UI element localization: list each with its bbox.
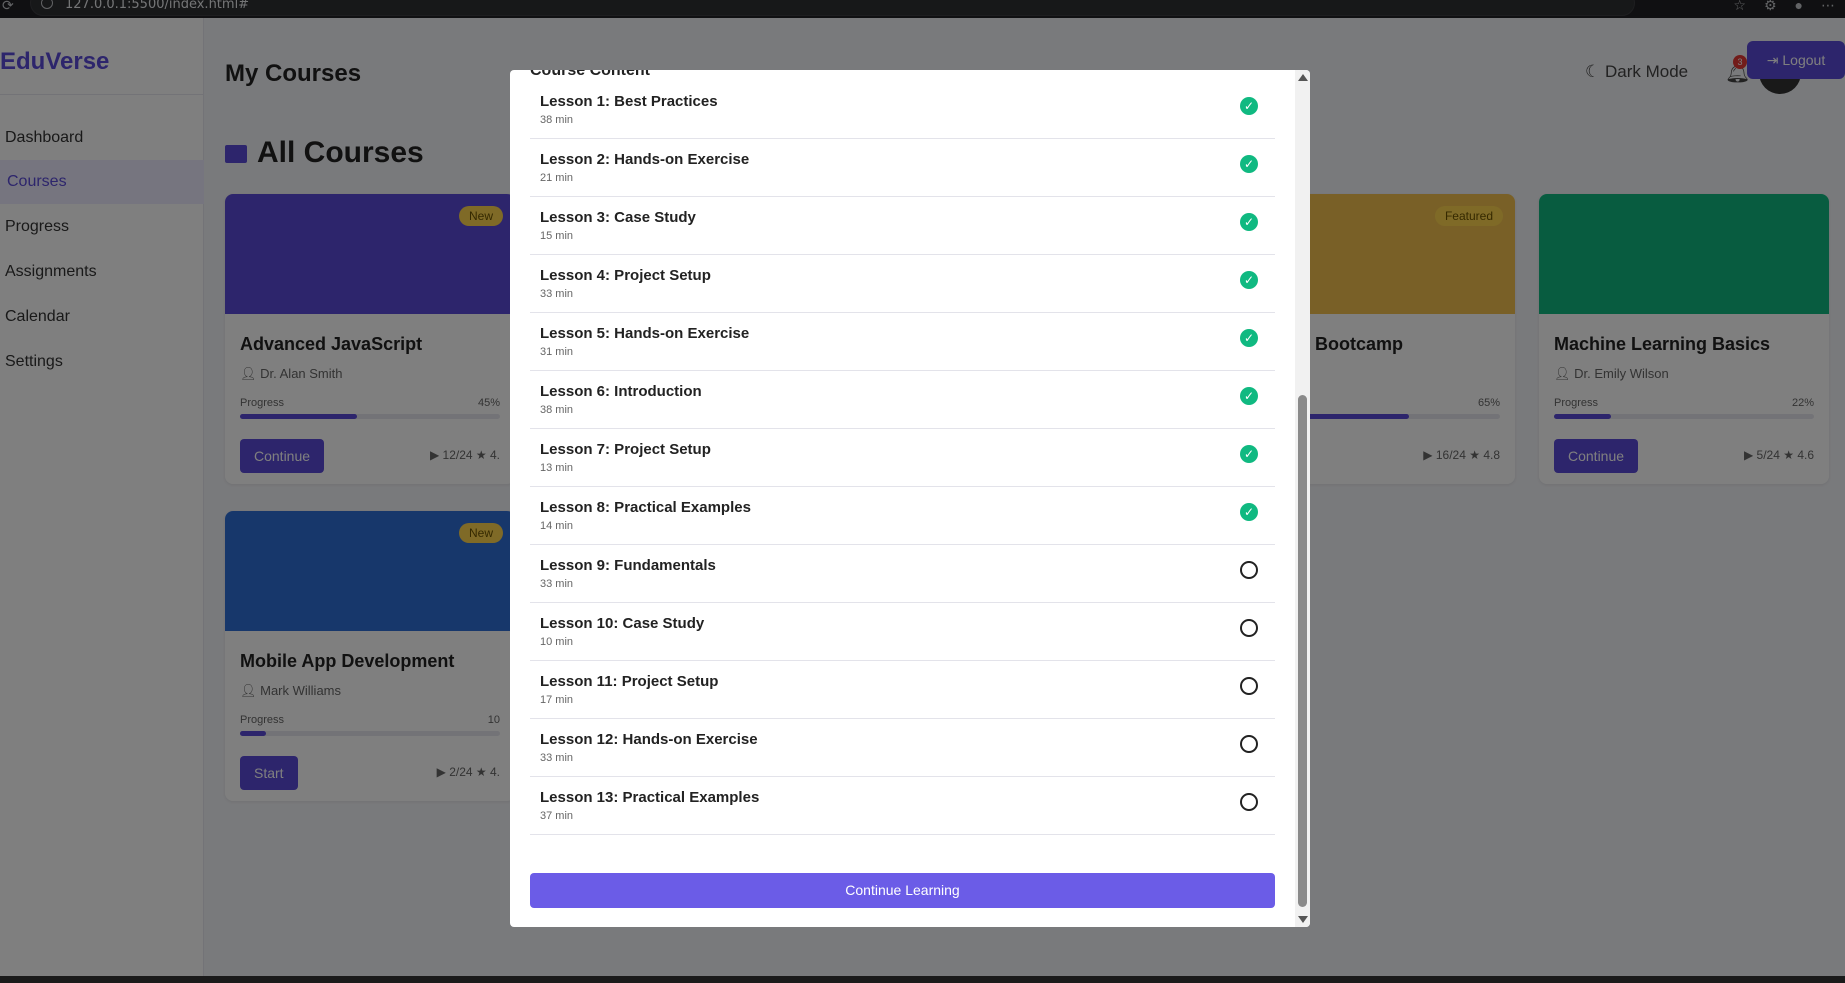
lesson-duration: 33 min [540,752,574,764]
check-circle-icon[interactable]: ✓ [1240,155,1258,173]
lesson-duration: 14 min [540,520,574,532]
lesson-title: Lesson 10: Case Study [540,615,705,632]
lesson-title: Lesson 5: Hands-on Exercise [540,325,750,342]
check-circle-icon[interactable]: ✓ [1240,503,1258,521]
lesson-title: Lesson 6: Introduction [540,383,702,400]
check-circle-icon[interactable]: ✓ [1240,387,1258,405]
modal-heading: Course Content [530,70,650,79]
empty-circle-icon[interactable] [1240,793,1258,811]
lesson-title: Lesson 7: Project Setup [540,441,711,458]
empty-circle-icon[interactable] [1240,677,1258,695]
empty-circle-icon[interactable] [1240,619,1258,637]
lesson-row[interactable]: Lesson 12: Hands-on Exercise 33 min [530,719,1275,777]
modal-scroll-area: Course Content Lesson 1: Best Practices 3… [510,70,1295,927]
check-circle-icon[interactable]: ✓ [1240,329,1258,347]
lesson-row[interactable]: Lesson 4: Project Setup 33 min ✓ [530,255,1275,313]
lesson-row[interactable]: Lesson 13: Practical Examples 37 min [530,777,1275,835]
lesson-title: Lesson 13: Practical Examples [540,789,760,806]
lesson-duration: 33 min [540,578,574,590]
lesson-duration: 37 min [540,810,574,822]
check-circle-icon[interactable]: ✓ [1240,97,1258,115]
lesson-row[interactable]: Lesson 6: Introduction 38 min ✓ [530,371,1275,429]
empty-circle-icon[interactable] [1240,735,1258,753]
lesson-duration: 13 min [540,462,574,474]
check-circle-icon[interactable]: ✓ [1240,445,1258,463]
check-circle-icon[interactable]: ✓ [1240,271,1258,289]
lesson-duration: 38 min [540,114,574,126]
lesson-title: Lesson 1: Best Practices [540,93,718,110]
continue-learning-button[interactable]: Continue Learning [530,873,1275,908]
course-content-modal: Course Content Lesson 1: Best Practices 3… [510,70,1310,927]
scroll-down-arrow[interactable] [1298,916,1308,923]
lesson-row[interactable]: Lesson 5: Hands-on Exercise 31 min ✓ [530,313,1275,371]
empty-circle-icon[interactable] [1240,561,1258,579]
lesson-duration: 31 min [540,346,574,358]
lesson-row[interactable]: Lesson 3: Case Study 15 min ✓ [530,197,1275,255]
lesson-duration: 38 min [540,404,574,416]
scroll-up-arrow[interactable] [1298,74,1308,81]
scroll-thumb[interactable] [1298,395,1307,907]
lesson-duration: 33 min [540,288,574,300]
lesson-title: Lesson 3: Case Study [540,209,696,226]
check-circle-icon[interactable]: ✓ [1240,213,1258,231]
lesson-title: Lesson 11: Project Setup [540,673,719,690]
lesson-row[interactable]: Lesson 7: Project Setup 13 min ✓ [530,429,1275,487]
modal-scrollbar[interactable] [1295,70,1310,927]
lesson-duration: 10 min [540,636,574,648]
lesson-title: Lesson 12: Hands-on Exercise [540,731,758,748]
lesson-row[interactable]: Lesson 1: Best Practices 38 min ✓ [530,81,1275,139]
lesson-duration: 15 min [540,230,574,242]
lesson-row[interactable]: Lesson 10: Case Study 10 min [530,603,1275,661]
lesson-title: Lesson 2: Hands-on Exercise [540,151,750,168]
lesson-duration: 17 min [540,694,574,706]
lesson-duration: 21 min [540,172,574,184]
lesson-row[interactable]: Lesson 2: Hands-on Exercise 21 min ✓ [530,139,1275,197]
lesson-title: Lesson 9: Fundamentals [540,557,716,574]
lesson-title: Lesson 4: Project Setup [540,267,711,284]
lesson-title: Lesson 8: Practical Examples [540,499,751,516]
lesson-row[interactable]: Lesson 11: Project Setup 17 min [530,661,1275,719]
lesson-row[interactable]: Lesson 8: Practical Examples 14 min ✓ [530,487,1275,545]
lesson-row[interactable]: Lesson 9: Fundamentals 33 min [530,545,1275,603]
window-bottom-edge [0,976,1845,983]
